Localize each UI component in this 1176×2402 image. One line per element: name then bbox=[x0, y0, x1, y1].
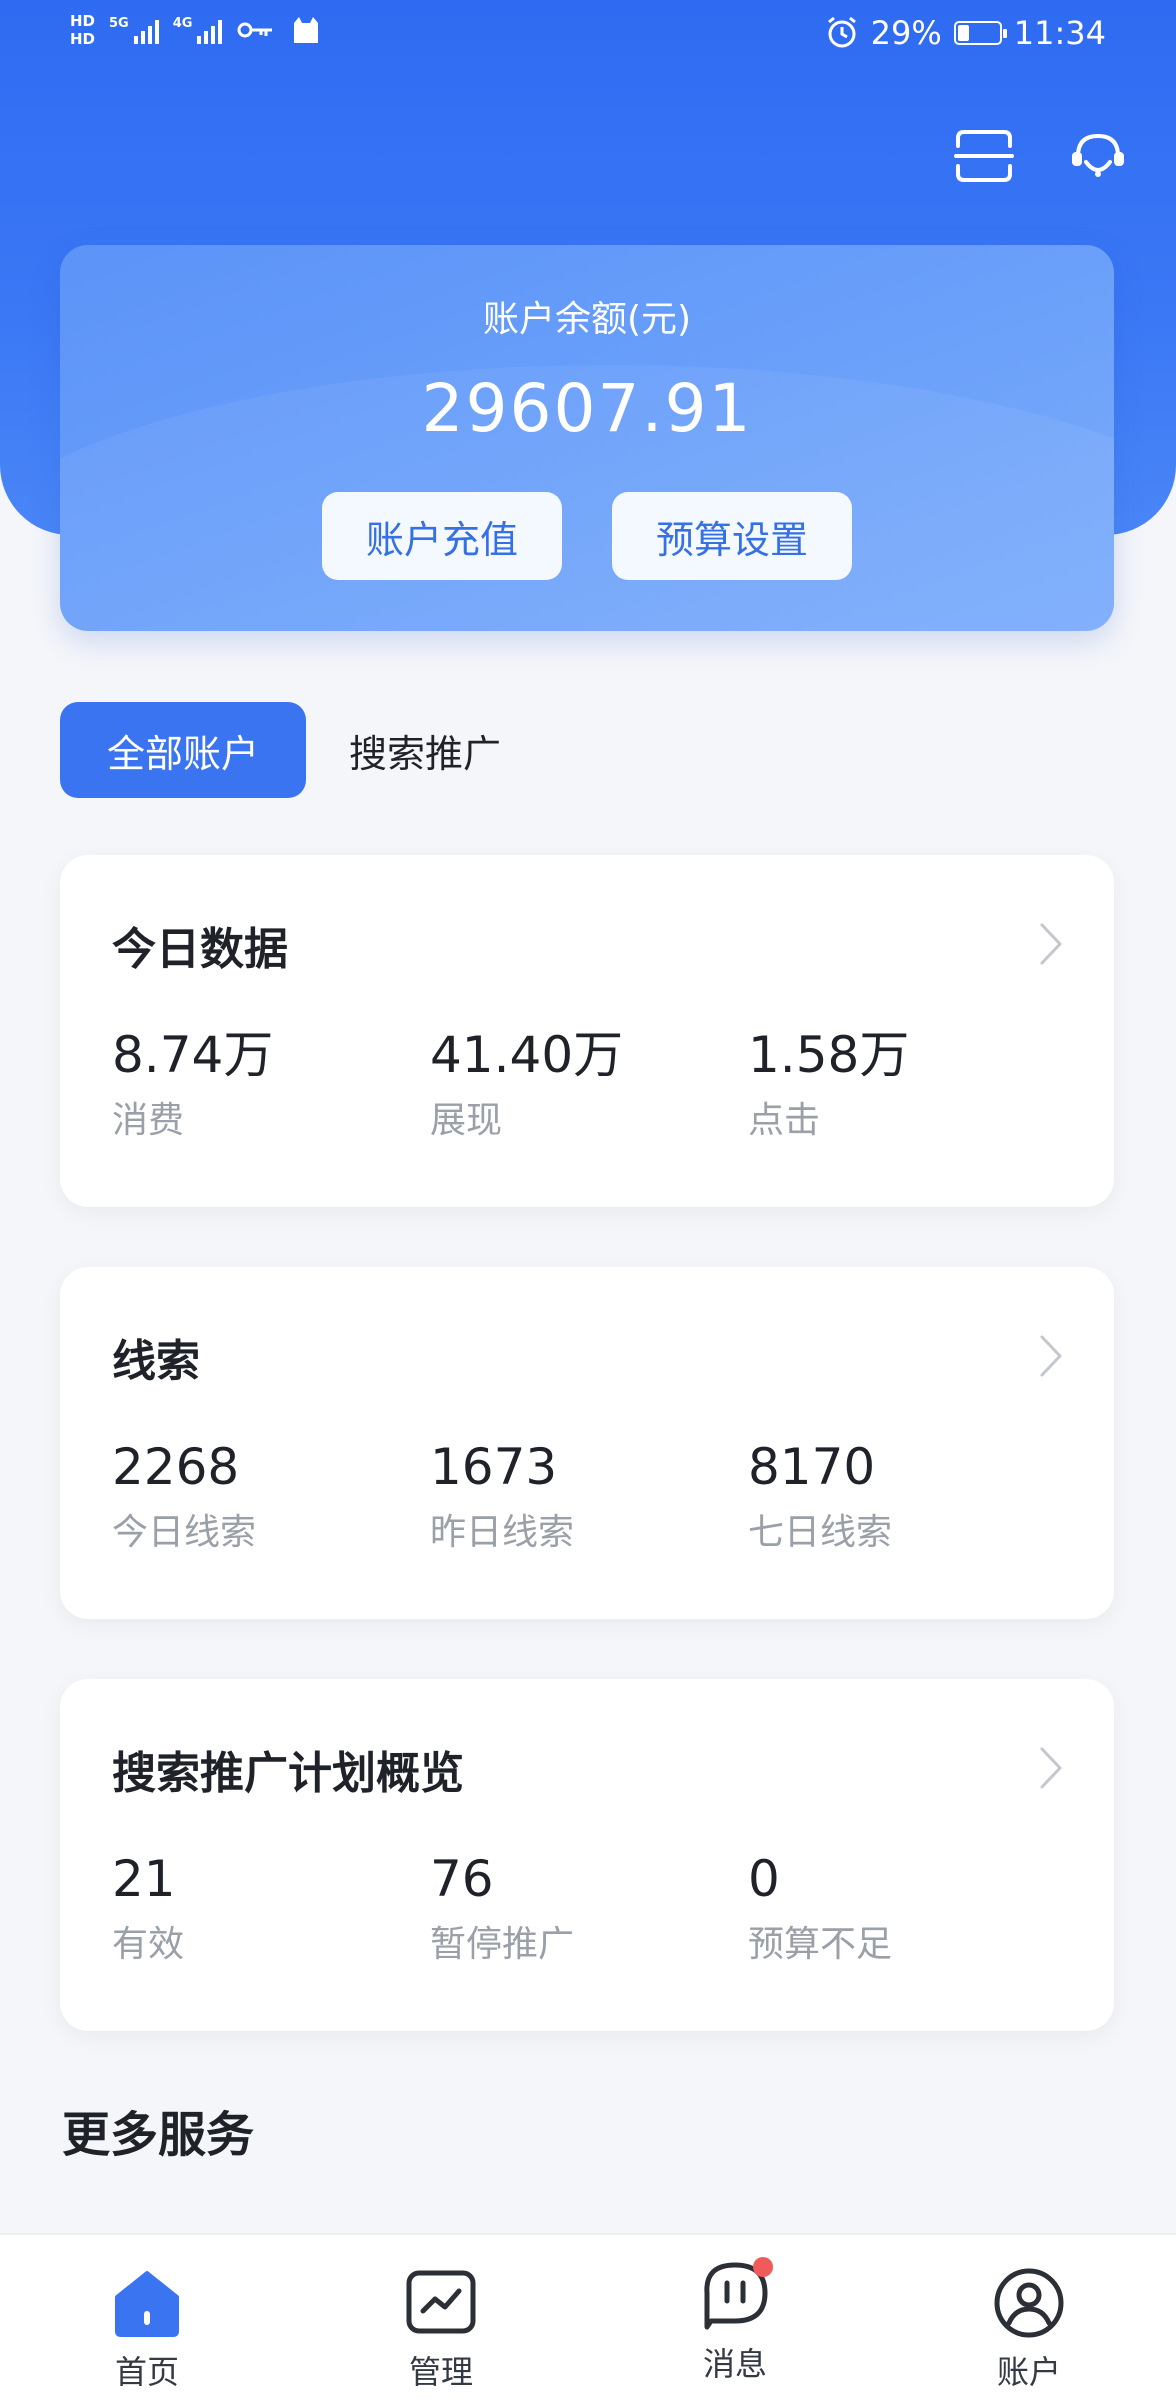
chevron-right-icon bbox=[1040, 1747, 1062, 1789]
signal-icon: 5G bbox=[109, 16, 159, 44]
metric-label: 展现 bbox=[430, 1100, 503, 1141]
card-title: 今日数据 bbox=[112, 924, 288, 975]
card-title: 线索 bbox=[112, 1336, 200, 1387]
scan-icon bbox=[954, 130, 1014, 182]
balance-label: 账户余额(元) bbox=[482, 299, 692, 340]
hd-top: HD bbox=[70, 12, 96, 30]
alarm-icon bbox=[827, 16, 856, 48]
balance-value: 29607.91 bbox=[421, 370, 753, 447]
metric-impressions: 41.40万 展现 bbox=[430, 1025, 623, 1143]
metric-value: 1673 bbox=[430, 1438, 558, 1496]
clock: 11:34 bbox=[1013, 14, 1106, 52]
more-services-title: 更多服务 bbox=[62, 2107, 255, 2163]
key-icon bbox=[237, 22, 273, 38]
metric-label: 今日线索 bbox=[112, 1512, 257, 1553]
battery-percent: 29% bbox=[870, 14, 942, 52]
nav-messages[interactable]: 消息 bbox=[588, 2235, 882, 2402]
metric-clicks: 1.58万 点击 bbox=[748, 1025, 909, 1143]
user-icon bbox=[994, 2268, 1064, 2338]
message-icon bbox=[704, 2257, 773, 2330]
metric-cost: 8.74万 消费 bbox=[112, 1025, 273, 1143]
recharge-button[interactable]: 账户充值 bbox=[322, 492, 562, 580]
metric-value: 8170 bbox=[748, 1438, 876, 1496]
scan-button[interactable] bbox=[954, 128, 1014, 184]
metric-seven-day-leads: 8170 七日线索 bbox=[748, 1437, 892, 1555]
nav-manage[interactable]: 管理 bbox=[294, 2235, 588, 2402]
metric-value: 8.74万 bbox=[112, 1026, 274, 1084]
metric-paused: 76 暂停推广 bbox=[430, 1849, 574, 1967]
leads-card[interactable]: 线索 2268 今日线索 1673 昨日线索 8170 七日线索 bbox=[60, 1267, 1114, 1619]
home-icon bbox=[115, 2271, 179, 2337]
chevron-right-icon bbox=[1040, 1335, 1062, 1377]
metric-value: 1.58万 bbox=[748, 1026, 910, 1084]
metric-budget-insufficient: 0 预算不足 bbox=[748, 1849, 892, 1967]
chart-icon bbox=[406, 2270, 476, 2334]
metric-label: 点击 bbox=[748, 1100, 821, 1141]
battery-fill bbox=[957, 25, 970, 41]
bottom-nav: 首页 管理 消息 账户 bbox=[0, 2233, 1176, 2402]
card-title: 搜索推广计划概览 bbox=[112, 1748, 464, 1799]
nav-label: 管理 bbox=[408, 2353, 473, 2391]
nav-label: 首页 bbox=[114, 2353, 179, 2391]
message-badge bbox=[753, 2257, 773, 2277]
status-left: HD HD 5G 4G bbox=[70, 12, 322, 48]
metric-label: 消费 bbox=[112, 1100, 185, 1141]
plan-overview-card[interactable]: 搜索推广计划概览 21 有效 76 暂停推广 0 预算不足 bbox=[60, 1679, 1114, 2031]
balance-card: 账户余额(元) 29607.91 账户充值 预算设置 bbox=[60, 245, 1114, 631]
signal1-label: 5G bbox=[109, 16, 129, 31]
metric-value: 76 bbox=[430, 1850, 494, 1908]
hd-bottom: HD bbox=[70, 30, 96, 48]
customer-service-button[interactable] bbox=[1066, 124, 1130, 188]
nav-label: 消息 bbox=[702, 2345, 767, 2383]
metric-label: 暂停推广 bbox=[430, 1924, 575, 1965]
cat-icon bbox=[294, 17, 319, 43]
tab-all-accounts[interactable]: 全部账户 bbox=[60, 702, 306, 798]
battery-icon bbox=[953, 21, 1007, 45]
metric-yesterday-leads: 1673 昨日线索 bbox=[430, 1437, 574, 1555]
status-right: 29% 11:34 bbox=[825, 14, 1106, 52]
hd-indicators: HD HD bbox=[70, 12, 95, 48]
tab-search-promotion[interactable]: 搜索推广 bbox=[330, 702, 520, 798]
chevron-right-icon bbox=[1040, 923, 1062, 965]
metric-value: 21 bbox=[112, 1850, 176, 1908]
nav-label: 账户 bbox=[996, 2353, 1061, 2391]
metric-label: 预算不足 bbox=[748, 1924, 893, 1965]
metric-value: 0 bbox=[748, 1850, 780, 1908]
nav-account[interactable]: 账户 bbox=[882, 2235, 1176, 2402]
today-data-card[interactable]: 今日数据 8.74万 消费 41.40万 展现 1.58万 点击 bbox=[60, 855, 1114, 1207]
metric-today-leads: 2268 今日线索 bbox=[112, 1437, 256, 1555]
metric-active: 21 有效 bbox=[112, 1849, 184, 1967]
metric-value: 41.40万 bbox=[430, 1026, 624, 1084]
metric-value: 2268 bbox=[112, 1438, 240, 1496]
signal-icon: 4G bbox=[173, 16, 223, 44]
metric-label: 有效 bbox=[112, 1924, 185, 1965]
budget-settings-button[interactable]: 预算设置 bbox=[612, 492, 852, 580]
nav-home[interactable]: 首页 bbox=[0, 2235, 294, 2402]
metric-label: 七日线索 bbox=[748, 1512, 893, 1553]
status-bar: HD HD 5G 4G 29% 11:34 bbox=[0, 0, 1176, 72]
customer-service-icon bbox=[1072, 133, 1124, 177]
metric-label: 昨日线索 bbox=[430, 1512, 575, 1553]
signal2-label: 4G bbox=[172, 16, 193, 31]
